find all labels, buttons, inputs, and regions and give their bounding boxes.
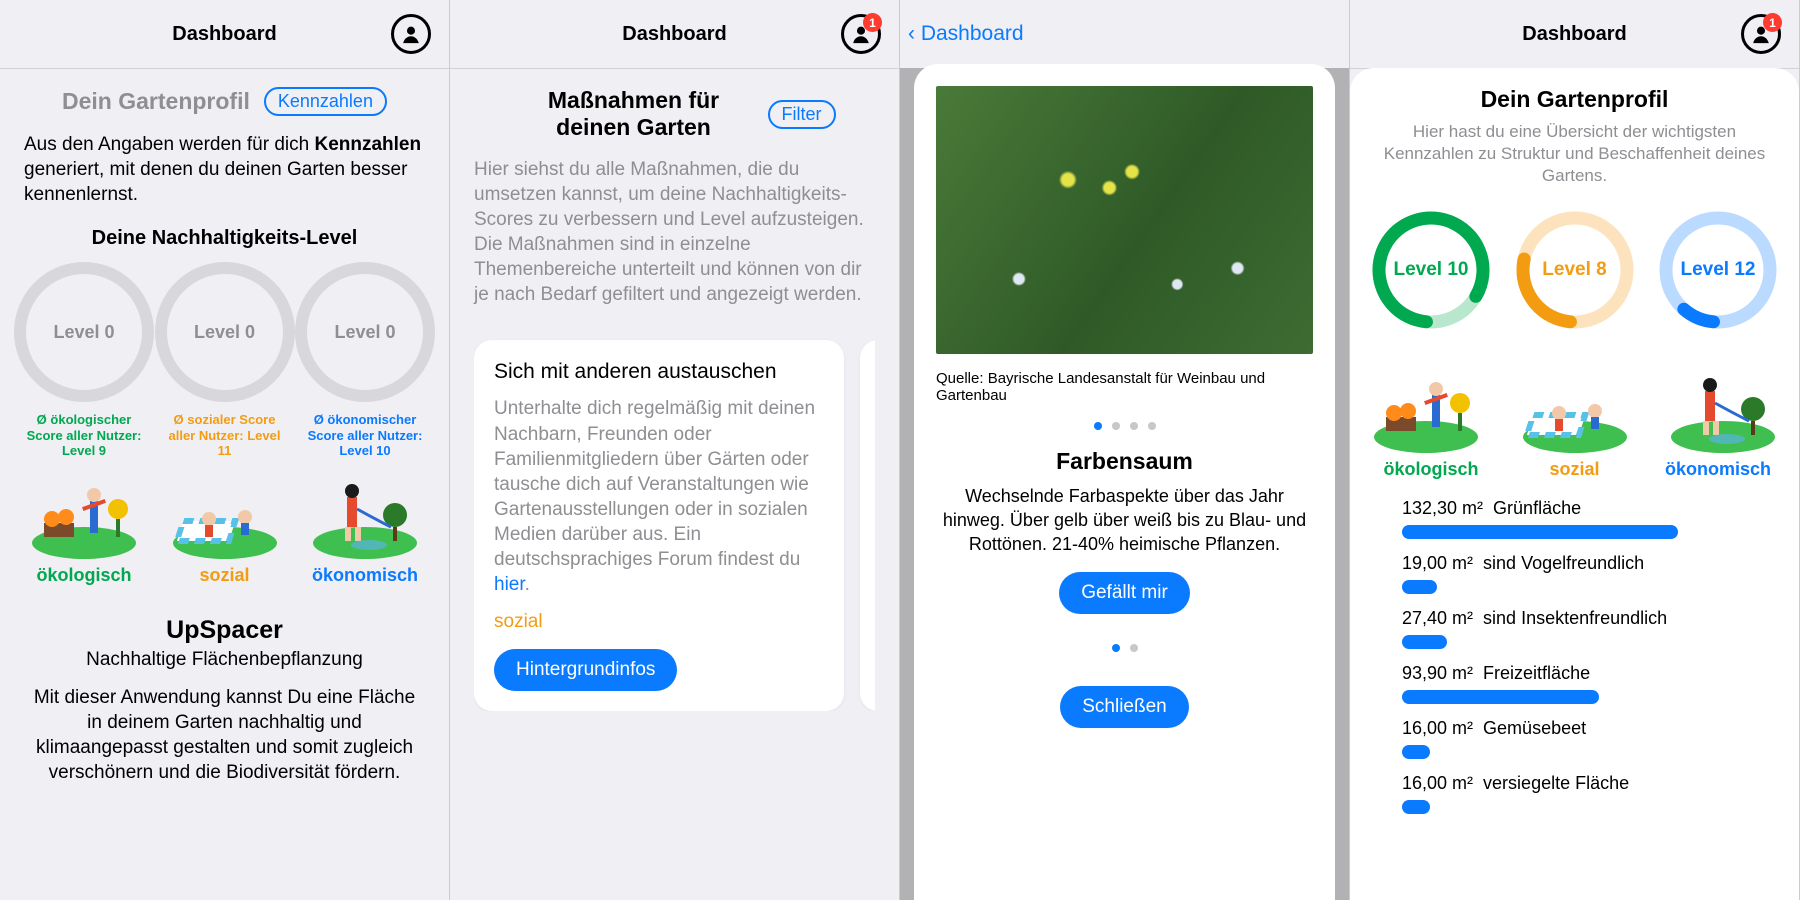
like-button[interactable]: Gefällt mir [1059,572,1190,614]
stat-row: 16,00 m² versiegelte Fläche [1402,773,1747,814]
close-button[interactable]: Schließen [1060,686,1189,728]
stat-row: 19,00 m² sind Vogelfreundlich [1402,553,1747,594]
navbar: Dashboard 1 [1350,0,1799,69]
stat-row: 27,40 m² sind Insektenfreundlich [1402,608,1747,649]
intro-text: Aus den Angaben werden für dich Kennzah­… [24,132,425,207]
sheet-lead: Hier hast du eine Übersicht der wichtigs… [1366,121,1783,187]
cat-oekonomisch: ökonomisch [1653,459,1783,480]
nav-title: Dashboard [622,23,726,46]
detail-sheet: Quelle: Bayrische Landesanstalt für Wein… [914,64,1335,900]
navbar: Dashboard [0,0,449,69]
stat-row: 93,90 m² Freizeitfläche [1402,663,1747,704]
image-source: Quelle: Bayrische Landesanstalt für Wein… [936,370,1313,404]
screen-dashboard-profil: Dashboard Dein Gartenprofil Kennzahlen A… [0,0,450,900]
level-rings: Level 0Ø ökologischer Score aller Nutzer… [24,262,425,459]
category-illustration [1515,367,1635,453]
intro-text: Hier siehst du alle Maßnahmen, die du um… [474,157,875,307]
back-button[interactable]: ‹ Dashboard [908,22,1024,46]
notification-badge: 1 [863,13,882,32]
kennzahlen-button[interactable]: Kennzahlen [264,87,387,116]
ring-oekologisch: Level 0 [14,262,154,402]
ring-oekonomisch: Level 0 [295,262,435,402]
profile-sheet: Dein Gartenprofil Hier hast du eine Über… [1350,68,1799,900]
nav-title: Dashboard [1522,23,1626,46]
app-title: UpSpacer [24,616,425,645]
level-ring: Level 12 [1655,207,1781,333]
navbar: ‹ Dashboard [900,0,1349,68]
screen-massnahmen: Dashboard 1 Maßnahmen für deinen Garten … [450,0,900,900]
filter-button[interactable]: Filter [768,100,836,129]
stat-row: 132,30 m² Grünfläche [1402,498,1747,539]
cat-oekologisch: ökologisch [24,565,144,586]
profile-icon[interactable]: 1 [1741,14,1781,54]
sheet-pager-dots[interactable] [936,644,1313,652]
category-illustration [1663,367,1783,453]
level-ring: Level 10 [1368,207,1494,333]
card-title: Sich mit anderen austauschen [494,360,824,384]
cat-sozial: sozial [165,565,285,586]
detail-title: Farbensaum [936,448,1313,475]
navbar: Dashboard 1 [450,0,899,69]
app-subtitle: Nachhaltige Flächenbepflanzung [24,649,425,671]
screen-gartenprofil-detail: Dashboard 1 Dein Gartenprofil Hier hast … [1350,0,1800,900]
category-illustration [24,473,144,559]
avg-oekologisch: Ø ökologischer Score aller Nutzer: Level… [24,412,144,459]
ring-sozial: Level 0 [155,262,295,402]
stat-row: 16,00 m² Gemüsebeet [1402,718,1747,759]
profile-icon[interactable] [391,14,431,54]
measure-card-peek[interactable]: Körper Tue reGartenguttut.im Garguttut,h… [860,340,875,711]
screen-farbensaum: ‹ Dashboard Quelle: Bayrische Landesanst… [900,0,1350,900]
category-illustration [165,473,285,559]
plant-photo [936,86,1313,354]
link-hier[interactable]: hier [494,574,525,595]
level-ring: Level 8 [1512,207,1638,333]
cat-oekologisch: ökologisch [1366,459,1496,480]
category-illustration [305,473,425,559]
notification-badge: 1 [1763,13,1782,32]
hintergrundinfos-button[interactable]: Hintergrundinfos [494,649,677,691]
avg-oekonomisch: Ø ökonomischer Score aller Nutzer: Level… [305,412,425,459]
cat-sozial: sozial [1510,459,1640,480]
profile-icon[interactable]: 1 [841,14,881,54]
section-title: Maßnahmen für deinen Garten [514,87,754,141]
avg-sozial: Ø sozialer Score aller Nutzer: Level 11 [165,412,285,459]
image-pager-dots[interactable] [936,422,1313,430]
cat-oekonomisch: ökonomisch [305,565,425,586]
card-text: Unterhalte dich regelmäßig mit deinen Na… [494,396,824,597]
app-description: Mit dieser Anwendung kannst Du eine Fläc… [24,685,425,785]
levels-heading: Deine Nachhaltigkeits-Level [24,227,425,250]
detail-description: Wechselnde Farbaspekte über das Jahr hin… [936,485,1313,556]
card-tag: sozial [494,611,824,633]
section-title: Dein Gartenprofil [62,88,250,115]
measure-card[interactable]: Sich mit anderen austauschen Unterhalte … [474,340,844,711]
category-illustration [1366,367,1486,453]
nav-title: Dashboard [172,23,276,46]
sheet-title: Dein Gartenprofil [1366,86,1783,113]
